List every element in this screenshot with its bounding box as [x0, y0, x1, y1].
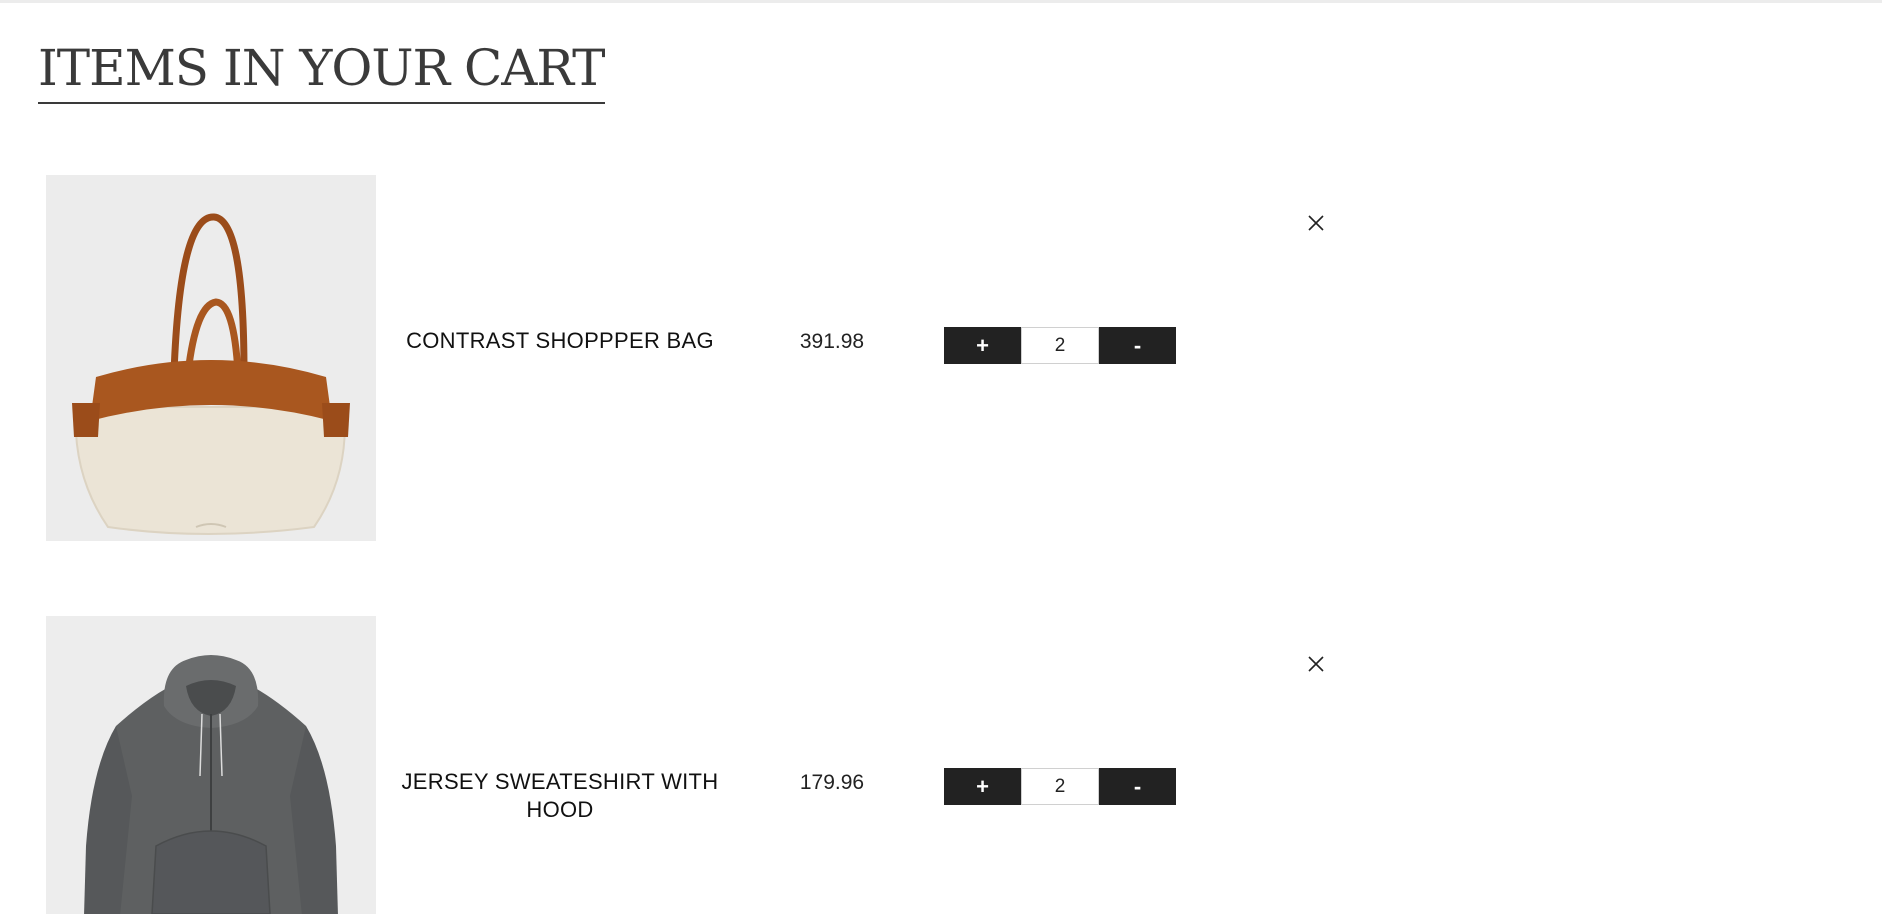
remove-item-button[interactable] — [1304, 652, 1328, 676]
close-icon — [1308, 656, 1324, 672]
page-title: ITEMS IN YOUR CART — [38, 40, 605, 104]
quantity-stepper: + - — [944, 768, 1176, 805]
top-divider — [0, 0, 1882, 3]
product-image[interactable] — [46, 616, 376, 914]
cart-item: CONTRAST SHOPPPER BAG 391.98 + - — [0, 175, 1882, 541]
cart-item: JERSEY SWEATESHIRT WITH HOOD 179.96 + - — [0, 616, 1882, 914]
decrement-button[interactable]: - — [1099, 327, 1176, 364]
increment-button[interactable]: + — [944, 327, 1021, 364]
close-icon — [1308, 215, 1324, 231]
product-name[interactable]: JERSEY SWEATESHIRT WITH HOOD — [400, 768, 720, 824]
quantity-input[interactable] — [1021, 327, 1099, 364]
remove-item-button[interactable] — [1304, 211, 1328, 235]
product-price: 179.96 — [799, 771, 865, 794]
decrement-button[interactable]: - — [1099, 768, 1176, 805]
hoodie-image — [46, 616, 376, 914]
increment-button[interactable]: + — [944, 768, 1021, 805]
product-price: 391.98 — [799, 330, 865, 353]
tote-bag-image — [46, 175, 376, 541]
quantity-input[interactable] — [1021, 768, 1099, 805]
product-name[interactable]: CONTRAST SHOPPPER BAG — [400, 327, 720, 355]
quantity-stepper: + - — [944, 327, 1176, 364]
product-image[interactable] — [46, 175, 376, 541]
